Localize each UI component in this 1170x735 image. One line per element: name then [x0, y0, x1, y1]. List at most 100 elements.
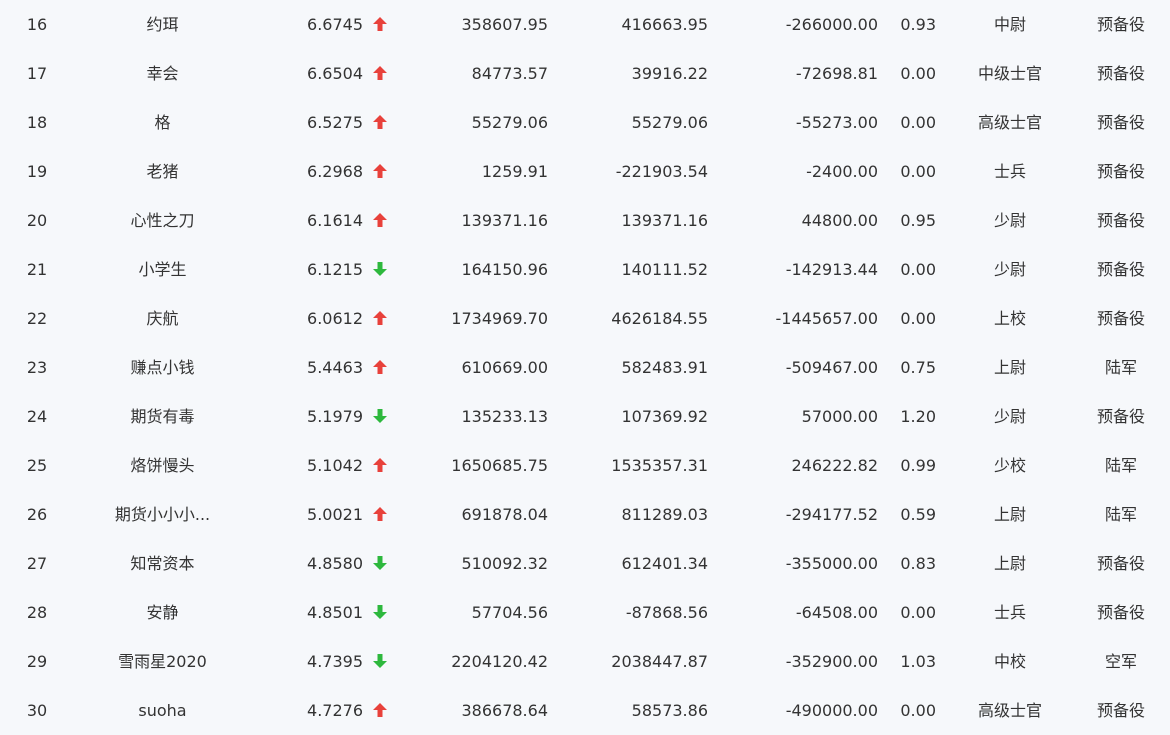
score-value: 5.1042	[307, 456, 363, 475]
trader-name: 雪雨星2020	[118, 652, 207, 671]
balance-value: 416663.95	[621, 15, 708, 34]
trader-name: 期货小小小...	[114, 505, 211, 524]
ratio-value: 1.20	[900, 407, 936, 426]
equity-value: 1734969.70	[451, 309, 548, 328]
profit-value: -509467.00	[785, 358, 878, 377]
profit-value: -490000.00	[785, 701, 878, 720]
rank-cell: 21	[26, 260, 48, 279]
ratio-value: 0.00	[900, 113, 936, 132]
score-value: 5.1979	[307, 407, 363, 426]
profit-value: -2400.00	[806, 162, 878, 181]
balance-value: 39916.22	[631, 64, 708, 83]
profit-value: -1445657.00	[775, 309, 878, 328]
score-value: 5.0021	[307, 505, 363, 524]
profit-value: -355000.00	[785, 554, 878, 573]
equity-value: 386678.64	[461, 701, 548, 720]
score-value: 4.8580	[307, 554, 363, 573]
balance-value: 4626184.55	[611, 309, 708, 328]
rank-title: 士兵	[993, 162, 1026, 181]
balance-value: -221903.54	[615, 162, 708, 181]
force-label: 预备役	[1096, 260, 1145, 279]
rank-cell: 22	[26, 309, 48, 328]
score-value: 6.5275	[307, 113, 363, 132]
score-value: 6.6745	[307, 15, 363, 34]
profit-value: -294177.52	[785, 505, 878, 524]
score-value: 4.7276	[307, 701, 363, 720]
force-label: 预备役	[1096, 64, 1145, 83]
ratio-value: 0.75	[900, 358, 936, 377]
table-row[interactable]: 17 幸会 6.6504 84773.57 39916.22 -72698.81 0.00 中…	[0, 49, 1170, 98]
rank-cell: 29	[26, 652, 48, 671]
table-row[interactable]: 28 安静 4.8501 57704.56 -87868.56 -64508.00 0.00…	[0, 588, 1170, 637]
equity-value: 358607.95	[461, 15, 548, 34]
ratio-value: 0.99	[900, 456, 936, 475]
balance-value: 140111.52	[621, 260, 708, 279]
score-value: 5.4463	[307, 358, 363, 377]
rank-title: 上尉	[993, 505, 1026, 524]
score-value: 4.7395	[307, 652, 363, 671]
table-row[interactable]: 21 小学生 6.1215 164150.96 140111.52 -142913.44 0…	[0, 245, 1170, 294]
ratio-value: 0.00	[900, 64, 936, 83]
rank-title: 高级士官	[977, 701, 1042, 720]
balance-value: 58573.86	[631, 701, 708, 720]
table-row[interactable]: 23 赚点小钱 5.4463 610669.00 582483.91 -509467.00…	[0, 343, 1170, 392]
arrow-down-icon	[371, 245, 389, 294]
table-row[interactable]: 26 期货小小小... 5.0021 691878.04 811289.03 -29417…	[0, 490, 1170, 539]
equity-value: 2204120.42	[451, 652, 548, 671]
table-row[interactable]: 24 期货有毒 5.1979 135233.13 107369.92 57000.00 1.…	[0, 392, 1170, 441]
profit-value: 57000.00	[801, 407, 878, 426]
rank-cell: 25	[26, 456, 48, 475]
rank-cell: 23	[26, 358, 48, 377]
arrow-up-icon	[371, 196, 389, 245]
equity-value: 610669.00	[461, 358, 548, 377]
rank-cell: 30	[26, 701, 48, 720]
balance-value: 139371.16	[621, 211, 708, 230]
rank-title: 中级士官	[977, 64, 1042, 83]
balance-value: -87868.56	[625, 603, 708, 622]
score-value: 6.0612	[307, 309, 363, 328]
table-row[interactable]: 18 格 6.5275 55279.06 55279.06 -55273.00 0.00 高级…	[0, 98, 1170, 147]
rank-title: 高级士官	[977, 113, 1042, 132]
trader-name: 安静	[146, 603, 179, 622]
rank-cell: 27	[26, 554, 48, 573]
table-row[interactable]: 16 约珥 6.6745 358607.95 416663.95 -266000.00 0.…	[0, 0, 1170, 49]
table-row[interactable]: 30 suoha 4.7276 386678.64 58573.86 -490000.00…	[0, 686, 1170, 735]
force-label: 预备役	[1096, 309, 1145, 328]
arrow-up-icon	[371, 686, 389, 735]
table-row[interactable]: 29 雪雨星2020 4.7395 2204120.42 2038447.87 -3529…	[0, 637, 1170, 686]
table-row[interactable]: 20 心性之刀 6.1614 139371.16 139371.16 44800.00 0.…	[0, 196, 1170, 245]
force-label: 预备役	[1096, 701, 1145, 720]
force-label: 预备役	[1096, 211, 1145, 230]
rank-title: 上尉	[993, 554, 1026, 573]
arrow-up-icon	[371, 441, 389, 490]
ratio-value: 1.03	[900, 652, 936, 671]
ranking-table: 16 约珥 6.6745 358607.95 416663.95 -266000.00 0.…	[0, 0, 1170, 732]
force-label: 预备役	[1096, 554, 1145, 573]
profit-value: 44800.00	[801, 211, 878, 230]
profit-value: -64508.00	[795, 603, 878, 622]
table-row[interactable]: 25 烙饼慢头 5.1042 1650685.75 1535357.31 246222.8…	[0, 441, 1170, 490]
arrow-down-icon	[371, 637, 389, 686]
rank-title: 中尉	[993, 15, 1026, 34]
rank-title: 上校	[993, 309, 1026, 328]
score-value: 6.6504	[307, 64, 363, 83]
rank-cell: 20	[26, 211, 48, 230]
rank-cell: 17	[26, 64, 48, 83]
trader-name: 庆航	[146, 309, 179, 328]
table-row[interactable]: 22 庆航 6.0612 1734969.70 4626184.55 -1445657.0…	[0, 294, 1170, 343]
ratio-value: 0.59	[900, 505, 936, 524]
equity-value: 55279.06	[471, 113, 548, 132]
table-row[interactable]: 27 知常资本 4.8580 510092.32 612401.34 -355000.00…	[0, 539, 1170, 588]
ratio-value: 0.00	[900, 701, 936, 720]
score-value: 6.2968	[307, 162, 363, 181]
ratio-value: 0.95	[900, 211, 936, 230]
ratio-value: 0.00	[900, 162, 936, 181]
balance-value: 107369.92	[621, 407, 708, 426]
table-row[interactable]: 19 老猪 6.2968 1259.91 -221903.54 -2400.00 0.00 士…	[0, 147, 1170, 196]
rank-cell: 19	[26, 162, 48, 181]
ratio-value: 0.00	[900, 309, 936, 328]
trader-name: 期货有毒	[130, 407, 195, 426]
ratio-value: 0.00	[900, 603, 936, 622]
rank-cell: 26	[26, 505, 48, 524]
equity-value: 164150.96	[461, 260, 548, 279]
